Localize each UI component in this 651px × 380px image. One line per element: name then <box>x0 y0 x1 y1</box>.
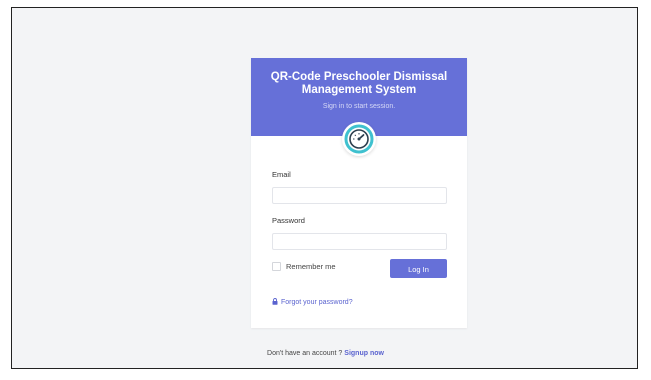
signup-line: Don't have an account ? Signup now <box>12 350 639 357</box>
remember-checkbox[interactable] <box>272 262 281 271</box>
forgot-password-label: Forgot your password? <box>281 299 353 306</box>
email-field[interactable] <box>272 187 447 204</box>
signup-prompt: Don't have an account ? <box>267 350 343 357</box>
forgot-password-link[interactable]: Forgot your password? <box>272 298 353 307</box>
remember-label: Remember me <box>286 262 336 271</box>
password-field[interactable] <box>272 233 447 250</box>
email-label: Email <box>272 170 291 179</box>
login-form: Email Password Remember me Log In <box>272 170 447 280</box>
signup-link[interactable]: Signup now <box>344 350 384 357</box>
page-frame: QR-Code Preschooler Dismissal Management… <box>11 7 638 369</box>
form-actions-row: Remember me Log In <box>272 259 447 280</box>
speedometer-icon <box>342 122 376 156</box>
login-button[interactable]: Log In <box>390 259 447 278</box>
remember-me[interactable]: Remember me <box>272 262 336 271</box>
password-label: Password <box>272 216 305 225</box>
app-subtitle: Sign in to start session. <box>322 103 396 110</box>
lock-icon <box>272 298 278 307</box>
app-title: QR-Code Preschooler Dismissal Management… <box>270 71 448 96</box>
login-card: QR-Code Preschooler Dismissal Management… <box>251 58 467 328</box>
